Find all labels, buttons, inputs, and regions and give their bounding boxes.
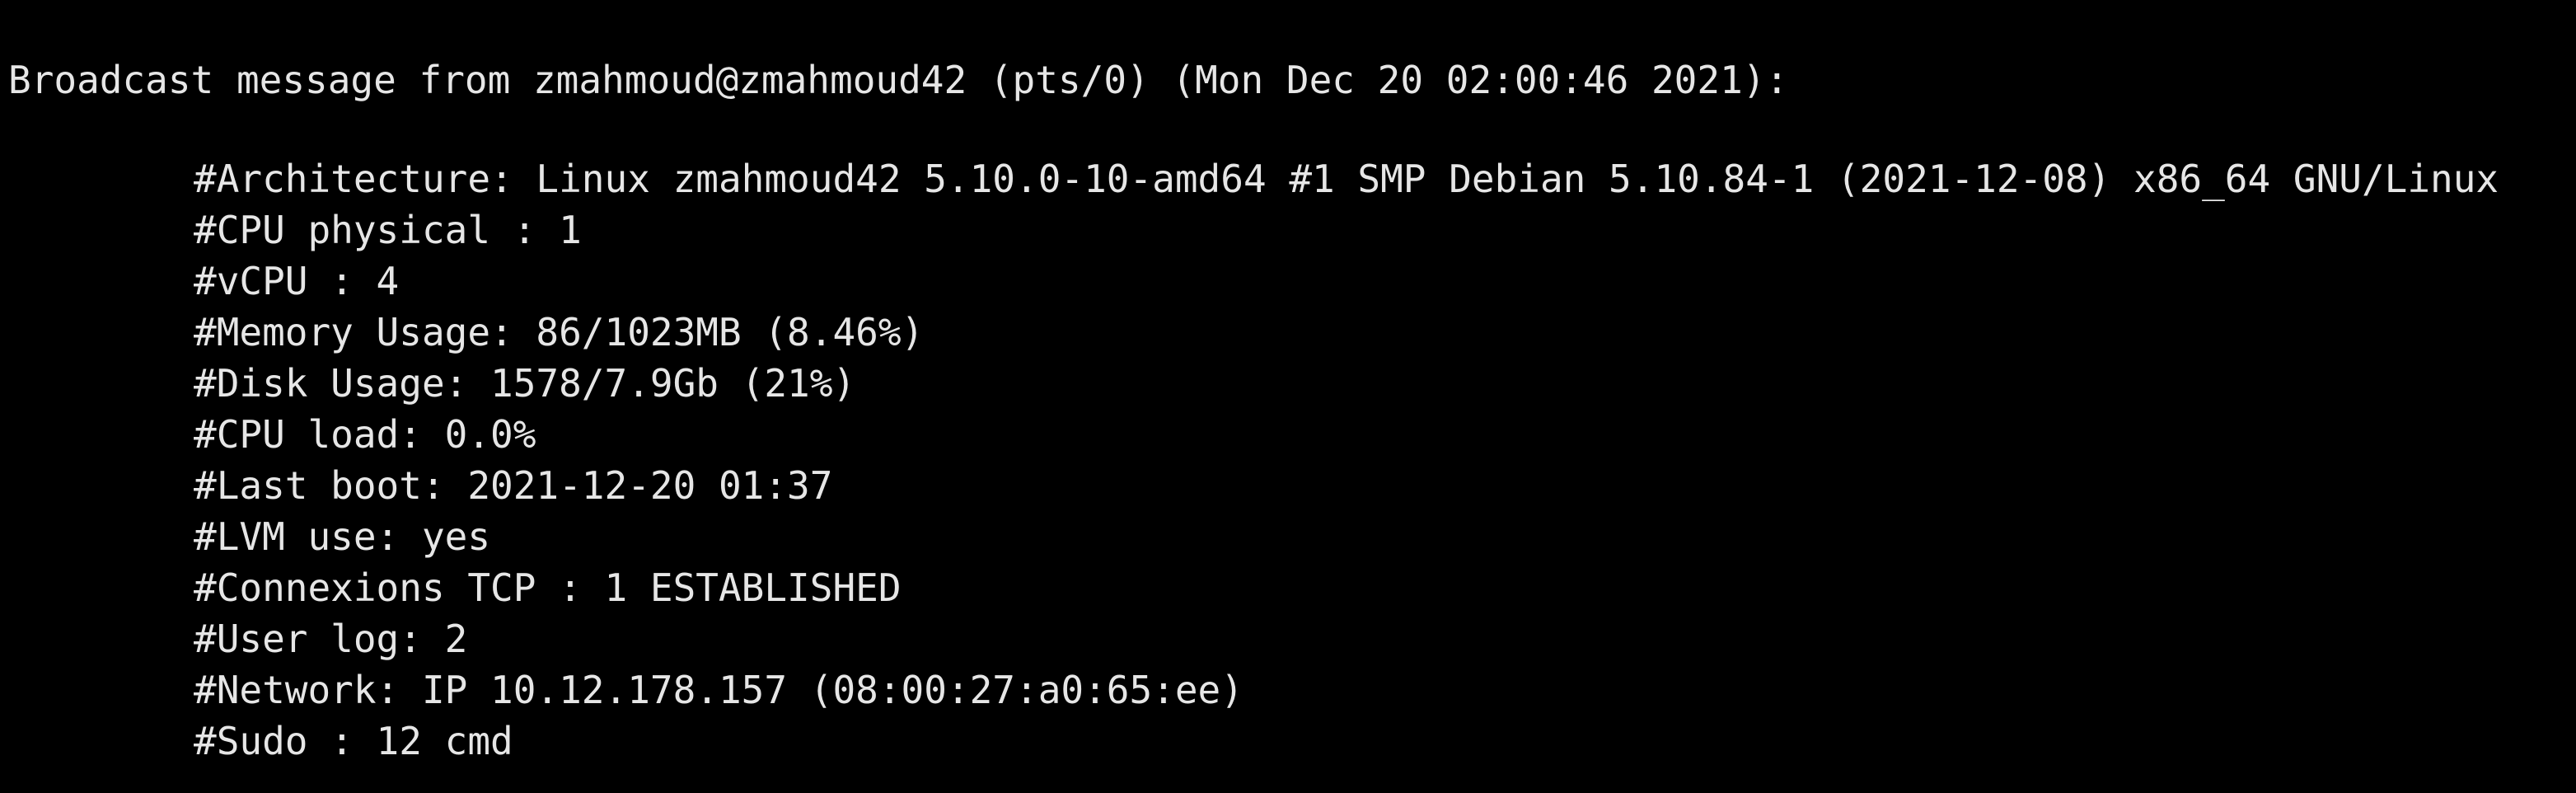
lvm-use-line: #LVM use: yes xyxy=(194,514,491,559)
system-monitor-output: #Architecture: Linux zmahmoud42 5.10.0-1… xyxy=(194,153,2499,767)
architecture-line: #Architecture: Linux zmahmoud42 5.10.0-1… xyxy=(194,157,2499,201)
last-boot-line: #Last boot: 2021-12-20 01:37 xyxy=(194,463,833,508)
network-line: #Network: IP 10.12.178.157 (08:00:27:a0:… xyxy=(194,668,1244,712)
terminal-window[interactable]: Broadcast message from zmahmoud@zmahmoud… xyxy=(0,0,2576,793)
broadcast-message-header: Broadcast message from zmahmoud@zmahmoud… xyxy=(8,58,1789,102)
vcpu-line: #vCPU : 4 xyxy=(194,259,400,303)
disk-usage-line: #Disk Usage: 1578/7.9Gb (21%) xyxy=(194,361,856,406)
sudo-line: #Sudo : 12 cmd xyxy=(194,719,513,763)
cpu-load-line: #CPU load: 0.0% xyxy=(194,412,536,457)
memory-usage-line: #Memory Usage: 86/1023MB (8.46%) xyxy=(194,310,925,354)
cpu-physical-line: #CPU physical : 1 xyxy=(194,208,582,252)
user-log-line: #User log: 2 xyxy=(194,617,468,661)
tcp-connections-line: #Connexions TCP : 1 ESTABLISHED xyxy=(194,565,902,610)
